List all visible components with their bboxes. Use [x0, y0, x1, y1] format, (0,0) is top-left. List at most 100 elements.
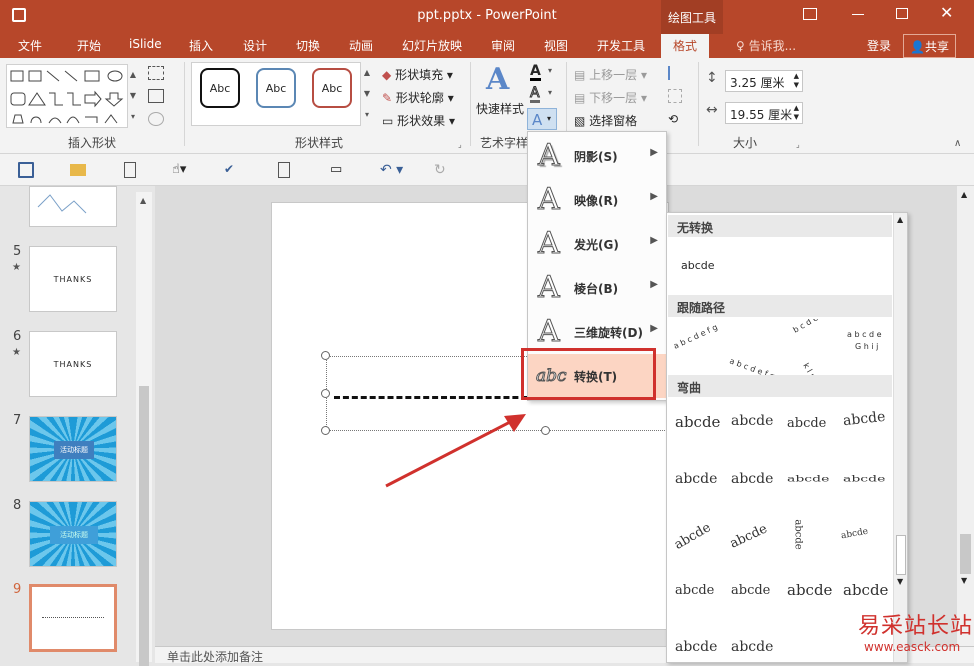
- collapse-ribbon-icon[interactable]: ∧: [954, 138, 961, 149]
- warp-option[interactable]: abcde: [675, 471, 717, 487]
- warp-option[interactable]: abcde: [843, 474, 885, 484]
- tab-insert[interactable]: 插入: [189, 37, 213, 54]
- transform-highlight-box: [521, 348, 656, 400]
- touch-mode-icon[interactable]: ☝▾: [172, 162, 188, 178]
- share-button[interactable]: 👤共享: [903, 34, 956, 58]
- width-field[interactable]: 19.55 厘米 ▲ ▼: [725, 102, 803, 124]
- selection-pane-button[interactable]: ▧ 选择窗格: [574, 112, 637, 129]
- warp-option[interactable]: abcde: [731, 583, 770, 598]
- bring-forward-button[interactable]: ▤ 上移一层 ▾: [574, 66, 647, 83]
- warp-option[interactable]: abcde: [787, 416, 826, 431]
- shape-fill-button[interactable]: ◆ 形状填充 ▾: [382, 66, 453, 83]
- slide-thumbnail-5[interactable]: THANKS: [29, 246, 117, 312]
- tab-design[interactable]: 设计: [243, 37, 267, 54]
- close-icon[interactable]: ✕: [940, 3, 953, 22]
- warp-option[interactable]: abcde: [675, 583, 714, 598]
- rotate-icon[interactable]: ⟲: [668, 112, 678, 126]
- text-box-icon[interactable]: [148, 89, 164, 103]
- animation-star-icon: ★: [12, 347, 21, 358]
- warp-option[interactable]: abcde: [840, 527, 869, 542]
- tab-islide[interactable]: iSlide: [129, 37, 162, 51]
- shape-style-blue[interactable]: Abc: [256, 68, 296, 108]
- menu-item-reflection[interactable]: A 映像(R) ▶: [528, 178, 666, 222]
- edit-shape-icon[interactable]: [148, 66, 164, 80]
- no-transform-option[interactable]: abcde: [681, 259, 715, 272]
- shape-style-red[interactable]: Abc: [312, 68, 352, 108]
- ribbon-display-icon[interactable]: [803, 8, 817, 20]
- align-icon[interactable]: [668, 66, 682, 80]
- quick-styles-button[interactable]: A 快速样式: [476, 62, 526, 132]
- edit-area-scrollbar[interactable]: ▲ ▼: [957, 186, 974, 646]
- height-field[interactable]: 3.25 厘米 ▲ ▼: [725, 70, 803, 92]
- folder-icon[interactable]: [70, 164, 86, 176]
- slide-thumbnail-6[interactable]: THANKS: [29, 331, 117, 397]
- warp-option[interactable]: abcde: [675, 639, 717, 655]
- tab-format[interactable]: 格式: [661, 34, 710, 58]
- tab-home[interactable]: 开始: [77, 37, 101, 54]
- shapes-gallery-icons: [10, 70, 124, 124]
- shape-outline-button[interactable]: ✎ 形状轮廓 ▾: [382, 89, 454, 106]
- menu-item-bevel[interactable]: A 棱台(B) ▶: [528, 266, 666, 310]
- warp-option[interactable]: abcde: [787, 474, 829, 484]
- slide-number-9: 9: [13, 582, 22, 597]
- tab-file[interactable]: 文件: [18, 37, 42, 54]
- warp-option[interactable]: abcde: [731, 639, 773, 655]
- shape-styles-scroll[interactable]: ▲ ▼ ▾: [362, 62, 372, 126]
- maximize-icon[interactable]: [896, 8, 908, 19]
- tab-view[interactable]: 视图: [544, 37, 568, 54]
- shapes-gallery-scroll[interactable]: ▲ ▼ ▾: [128, 64, 138, 128]
- slide-thumbnail-9-selected[interactable]: [29, 584, 117, 652]
- menu-item-glow[interactable]: A 发光(G) ▶: [528, 222, 666, 266]
- submenu-scrollbar[interactable]: ▲ ▼: [893, 213, 907, 662]
- group-icon[interactable]: [668, 89, 682, 103]
- send-backward-icon: ▤: [574, 91, 586, 105]
- undo-icon[interactable]: ↶ ▾: [380, 162, 410, 178]
- tab-developer[interactable]: 开发工具: [597, 37, 645, 54]
- tab-review[interactable]: 审阅: [491, 37, 515, 54]
- tab-slideshow[interactable]: 幻灯片放映: [402, 37, 462, 54]
- preview-icon[interactable]: [278, 162, 290, 178]
- resize-handle[interactable]: [541, 426, 550, 435]
- merge-shapes-icon[interactable]: [148, 112, 164, 126]
- tell-me-box[interactable]: ♀ 告诉我...: [736, 37, 796, 54]
- send-backward-button[interactable]: ▤ 下移一层 ▾: [574, 89, 647, 106]
- save-icon[interactable]: [18, 162, 34, 178]
- text-fill-icon[interactable]: A: [530, 64, 541, 81]
- warp-option[interactable]: abcde: [672, 520, 714, 553]
- resize-handle[interactable]: [321, 389, 330, 398]
- shape-effects-button[interactable]: ▭ 形状效果 ▾: [382, 112, 455, 129]
- login-link[interactable]: 登录: [867, 37, 891, 54]
- spelling-icon[interactable]: ✔: [224, 162, 240, 178]
- text-outline-icon[interactable]: A: [530, 86, 540, 103]
- minimize-icon[interactable]: [852, 14, 864, 15]
- slide-thumbnail-7[interactable]: 活动标题: [29, 416, 117, 482]
- tab-animations[interactable]: 动画: [349, 37, 373, 54]
- lightbulb-icon: ♀: [736, 39, 749, 53]
- warp-option[interactable]: abcde: [731, 471, 773, 487]
- warp-option[interactable]: abcde: [731, 413, 773, 429]
- resize-handle[interactable]: [321, 351, 330, 360]
- follow-path-options[interactable]: a b c d e f g a b c d e f g b c d e f k …: [671, 319, 893, 375]
- presenter-icon[interactable]: ▭: [330, 162, 346, 178]
- size-launcher-icon[interactable]: ⌟: [796, 140, 800, 149]
- text-effects-button[interactable]: A ▾: [527, 108, 557, 130]
- redo-icon[interactable]: ↻: [434, 162, 450, 178]
- shape-style-dark[interactable]: Abc: [200, 68, 240, 108]
- thumbnail-scrollbar[interactable]: ▲: [136, 192, 152, 666]
- red-arrow-annotation: [385, 414, 526, 488]
- slide-thumbnail-4[interactable]: [29, 186, 117, 227]
- reflection-a-icon: A: [538, 182, 561, 218]
- warp-option[interactable]: abcde: [793, 519, 804, 549]
- new-file-icon[interactable]: [124, 162, 136, 178]
- warp-option[interactable]: abcde: [843, 581, 888, 599]
- tab-transitions[interactable]: 切换: [296, 37, 320, 54]
- warp-option[interactable]: abcde: [787, 581, 832, 599]
- menu-item-shadow[interactable]: A 阴影(S) ▶: [528, 134, 666, 178]
- resize-handle[interactable]: [321, 426, 330, 435]
- shapes-gallery[interactable]: [6, 64, 128, 128]
- warp-option[interactable]: abcde: [728, 521, 770, 551]
- warp-option[interactable]: abcde: [842, 409, 886, 429]
- shape-styles-launcher-icon[interactable]: ⌟: [458, 140, 462, 149]
- warp-option[interactable]: abcde: [675, 413, 720, 431]
- slide-thumbnail-8[interactable]: 活动标题: [29, 501, 117, 567]
